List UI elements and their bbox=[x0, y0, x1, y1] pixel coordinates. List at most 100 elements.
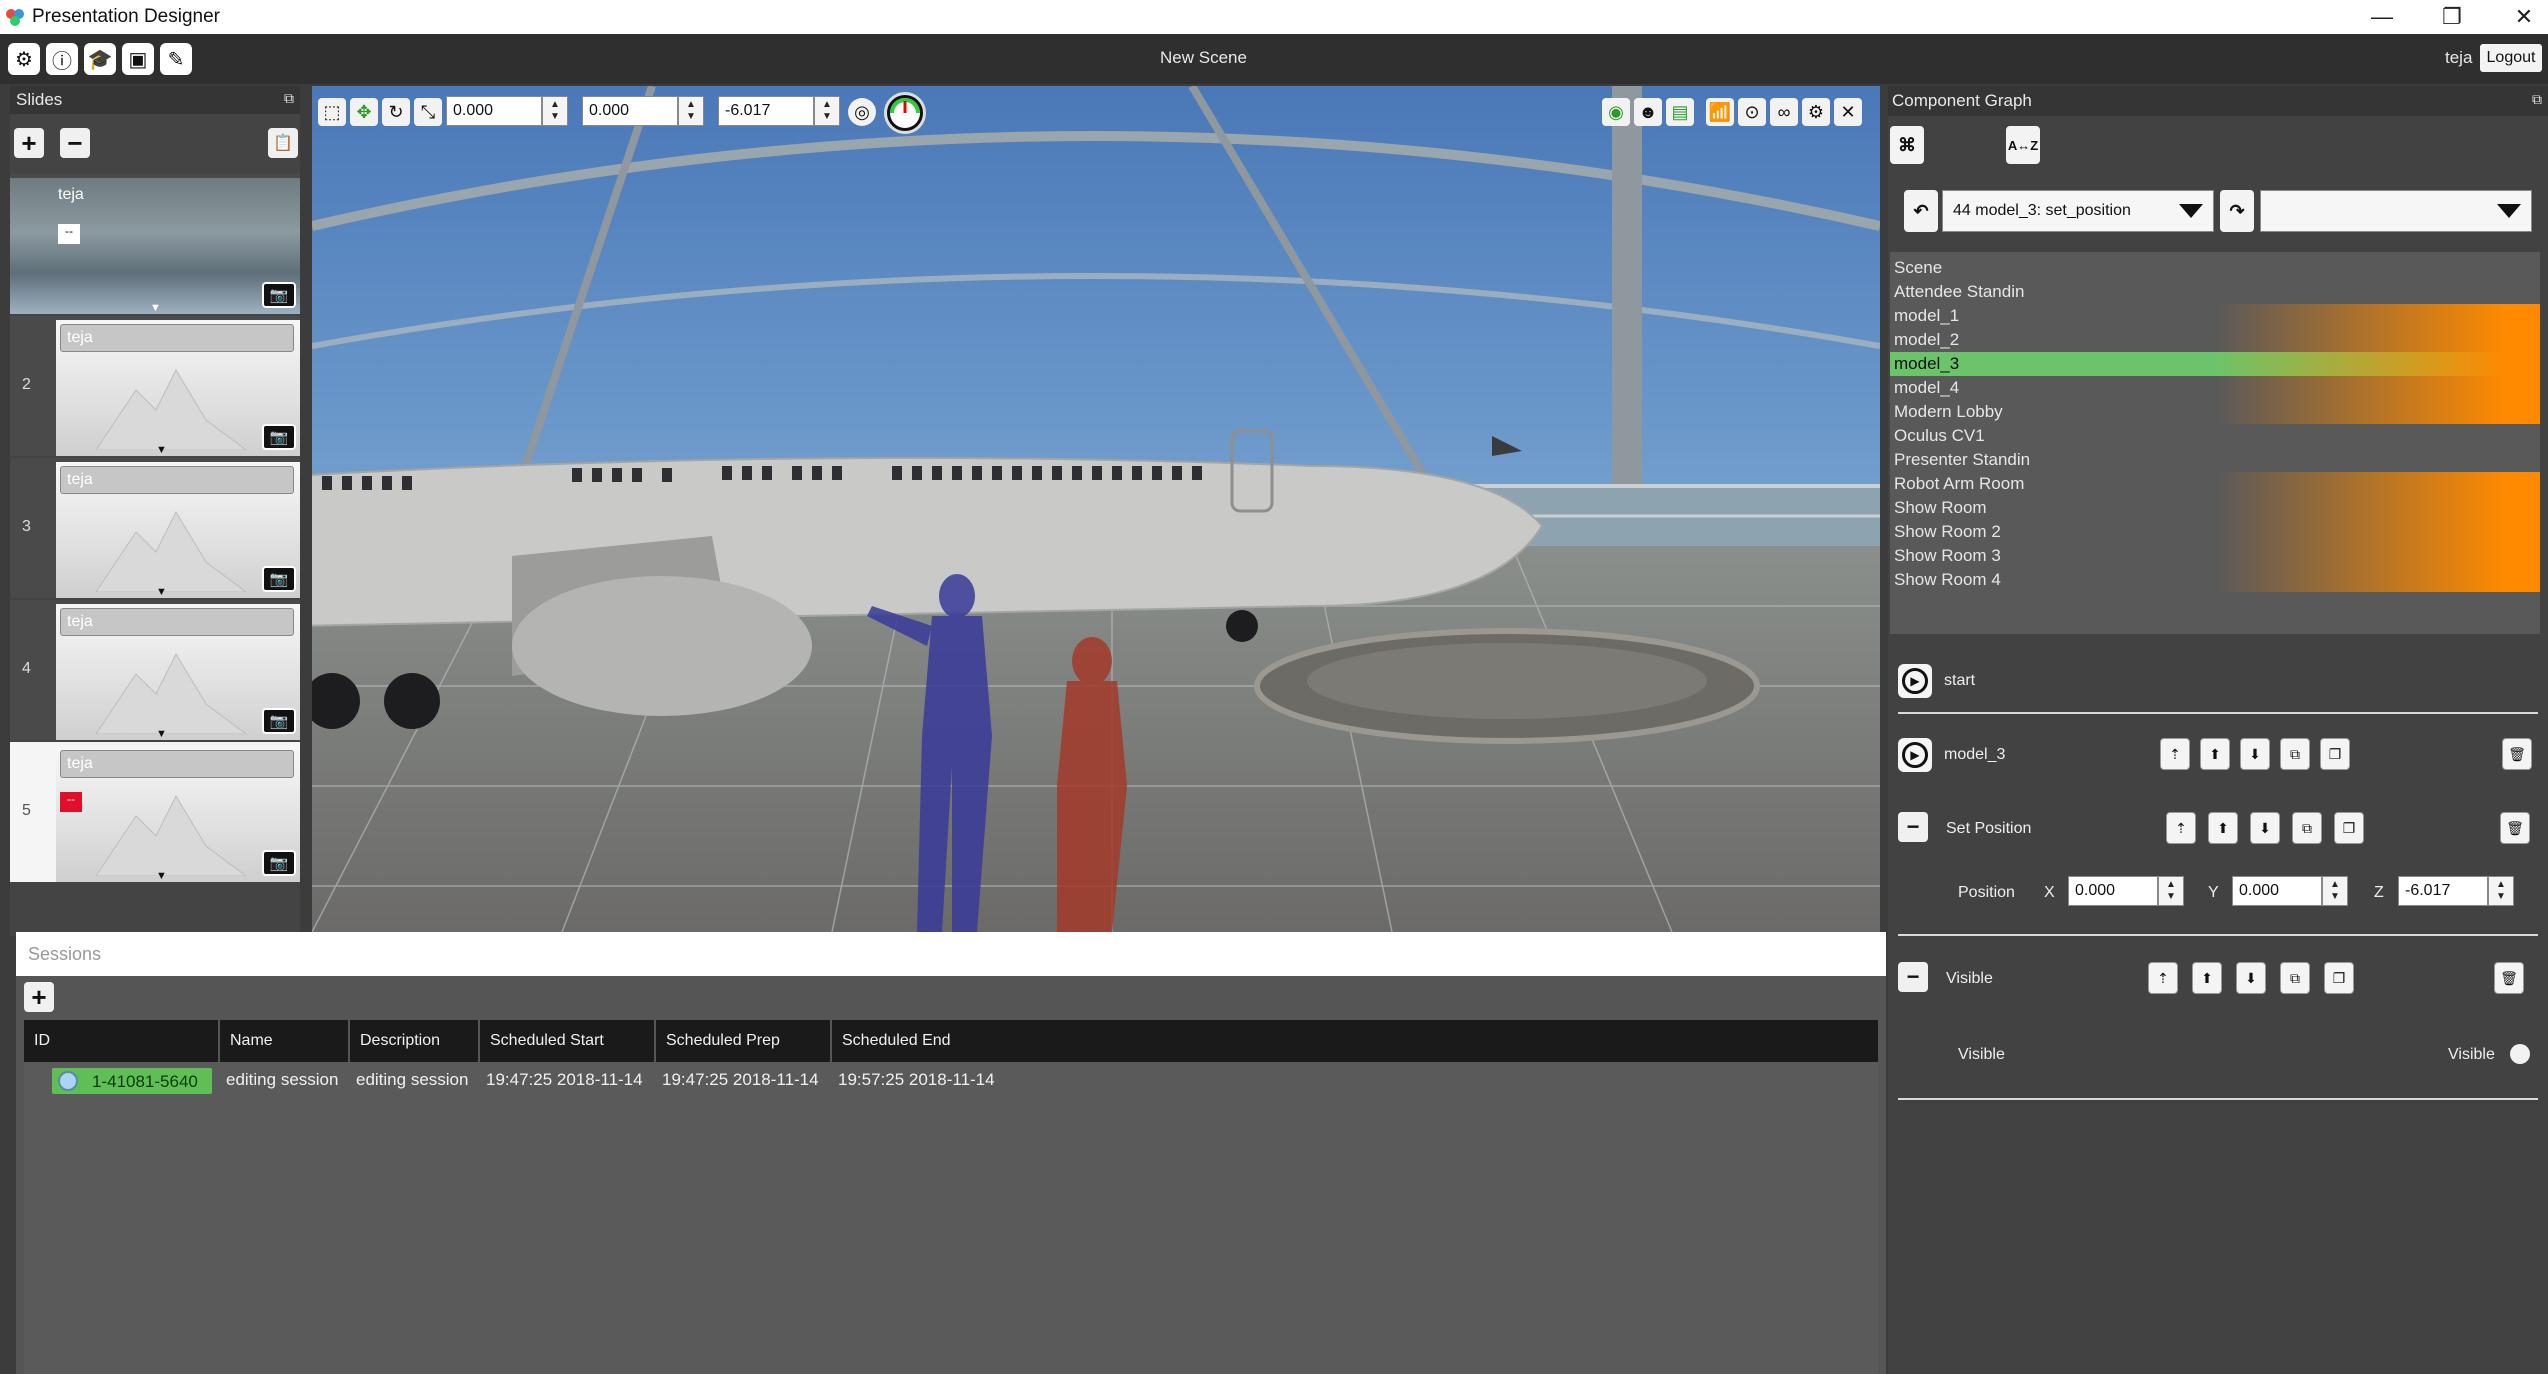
move-up-icon[interactable]: ⬆ bbox=[2200, 738, 2230, 770]
delete-trash-icon[interactable]: 🗑 bbox=[2502, 738, 2532, 770]
logout-button[interactable]: Logout bbox=[2480, 44, 2542, 72]
settings-gear-icon[interactable]: ⚙ bbox=[8, 43, 40, 75]
slide-item[interactable]: 1 teja -- 📷 ▼ bbox=[10, 174, 300, 314]
position-z-input[interactable]: -6.017 bbox=[2398, 876, 2488, 906]
tree-item[interactable]: Robot Arm Room bbox=[1890, 472, 2540, 496]
camera-icon[interactable]: 📷 bbox=[262, 424, 296, 450]
chevron-down-icon[interactable]: ▼ bbox=[150, 302, 161, 314]
x-spinner[interactable]: ▲ ▼ bbox=[542, 96, 568, 126]
move-down-icon[interactable]: ⬇ bbox=[2250, 812, 2280, 844]
camera-icon[interactable]: 📷 bbox=[262, 282, 296, 308]
insert-above-icon[interactable]: ⇡ bbox=[2148, 962, 2178, 994]
insert-above-icon[interactable]: ⇡ bbox=[2160, 738, 2190, 770]
move-down-icon[interactable]: ⬇ bbox=[2240, 738, 2270, 770]
slide-item[interactable]: 3 teja 📷 ▼ bbox=[10, 458, 300, 598]
clipboard-icon[interactable]: 📋 bbox=[268, 128, 298, 158]
secondary-dropdown[interactable] bbox=[2260, 190, 2532, 232]
speed-gauge-icon[interactable] bbox=[884, 92, 926, 134]
camera-icon[interactable]: 📷 bbox=[262, 850, 296, 876]
position-z-spinner[interactable]: ▲ ▼ bbox=[2488, 876, 2514, 906]
start-play-button[interactable]: ▶ bbox=[1898, 664, 1932, 698]
tree-item[interactable]: Presenter Standin bbox=[1890, 448, 2540, 472]
add-session-button[interactable]: + bbox=[24, 982, 54, 1012]
y-spinner[interactable]: ▲ ▼ bbox=[678, 96, 704, 126]
tree-item[interactable]: Show Room 4 bbox=[1890, 568, 2540, 592]
chevron-down-icon[interactable]: ▼ bbox=[156, 728, 167, 740]
position-y-input[interactable]: 0.000 bbox=[2232, 876, 2322, 906]
column-header-name[interactable]: Name bbox=[220, 1020, 350, 1062]
camera-icon[interactable]: 📷 bbox=[262, 708, 296, 734]
visible-checkbox[interactable] bbox=[2510, 1044, 2530, 1064]
add-slide-button[interactable]: + bbox=[14, 128, 44, 158]
copy-icon[interactable]: ❐ bbox=[2320, 738, 2350, 770]
vr-headset-icon[interactable]: ◉ bbox=[1602, 98, 1630, 126]
presentation-icon[interactable]: ▣ bbox=[122, 43, 154, 75]
collapse-visible-button[interactable]: − bbox=[1898, 962, 1928, 992]
graduation-icon[interactable]: 🎓 bbox=[84, 43, 116, 75]
tree-item[interactable]: Show Room 2 bbox=[1890, 520, 2540, 544]
notes-icon[interactable]: ✎ bbox=[160, 43, 192, 75]
z-spinner[interactable]: ▲ ▼ bbox=[814, 96, 840, 126]
tree-item[interactable]: model_4 bbox=[1890, 376, 2540, 400]
slide-item[interactable]: 4 teja 📷 ▼ bbox=[10, 600, 300, 740]
sort-az-button[interactable]: A↔Z bbox=[2006, 126, 2040, 164]
undock-icon[interactable]: ⧉ bbox=[284, 90, 294, 107]
move-up-icon[interactable]: ⬆ bbox=[2192, 962, 2222, 994]
scale-tool-icon[interactable]: ⤡ bbox=[414, 98, 442, 126]
sessions-input[interactable]: Sessions bbox=[16, 932, 1886, 976]
redo-icon[interactable]: ↷ bbox=[2220, 190, 2254, 232]
floor-grid-icon[interactable]: ▤ bbox=[1666, 98, 1694, 126]
model-play-button[interactable]: ▶ bbox=[1898, 738, 1932, 772]
copy-icon[interactable]: ❐ bbox=[2324, 962, 2354, 994]
tree-item[interactable]: Attendee Standin bbox=[1890, 280, 2540, 304]
close-window-button[interactable]: ✕ bbox=[2496, 2, 2548, 32]
info-icon[interactable]: ⓘ bbox=[46, 43, 78, 75]
camera-icon[interactable]: 📷 bbox=[262, 566, 296, 592]
tree-item[interactable]: Show Room bbox=[1890, 496, 2540, 520]
tree-item[interactable]: model_1 bbox=[1890, 304, 2540, 328]
duplicate-icon[interactable]: ⧉ bbox=[2280, 962, 2310, 994]
column-header-scheduled-prep[interactable]: Scheduled Prep bbox=[656, 1020, 832, 1062]
wifi-tower-icon[interactable]: 📶 bbox=[1706, 98, 1734, 126]
column-header-scheduled-start[interactable]: Scheduled Start bbox=[480, 1020, 656, 1062]
x-coordinate-field[interactable]: 0.000 bbox=[446, 96, 542, 126]
close-viewport-icon[interactable]: ✕ bbox=[1834, 98, 1862, 126]
copy-icon[interactable]: ❐ bbox=[2334, 812, 2364, 844]
tree-item[interactable]: Oculus CV1 bbox=[1890, 424, 2540, 448]
session-id-badge[interactable]: 1-41081-5640 bbox=[52, 1068, 212, 1094]
remove-slide-button[interactable]: − bbox=[60, 128, 90, 158]
insert-above-icon[interactable]: ⇡ bbox=[2166, 812, 2196, 844]
chevron-down-icon[interactable]: ▼ bbox=[156, 870, 167, 882]
duplicate-icon[interactable]: ⧉ bbox=[2292, 812, 2322, 844]
snap-icon[interactable]: ◎ bbox=[848, 98, 876, 126]
column-header-scheduled-end[interactable]: Scheduled End bbox=[832, 1020, 1878, 1062]
rotate-tool-icon[interactable]: ↻ bbox=[382, 98, 410, 126]
tree-item[interactable]: Show Room 3 bbox=[1890, 544, 2540, 568]
move-up-icon[interactable]: ⬆ bbox=[2208, 812, 2238, 844]
move-tool-icon[interactable]: ✥ bbox=[350, 98, 378, 126]
position-x-input[interactable]: 0.000 bbox=[2068, 876, 2158, 906]
slide-item-selected[interactable]: 5 teja -- 📷 ▼ bbox=[10, 742, 300, 882]
tree-item[interactable]: model_2 bbox=[1890, 328, 2540, 352]
select-tool-icon[interactable]: ⬚ bbox=[318, 98, 346, 126]
chevron-down-icon[interactable]: ▼ bbox=[156, 444, 167, 456]
duplicate-icon[interactable]: ⧉ bbox=[2280, 738, 2310, 770]
column-header-description[interactable]: Description bbox=[350, 1020, 480, 1062]
position-x-spinner[interactable]: ▲ ▼ bbox=[2158, 876, 2184, 906]
delete-trash-icon[interactable]: 🗑 bbox=[2500, 812, 2530, 844]
avatar-view-icon[interactable]: ☻ bbox=[1634, 98, 1662, 126]
camera-view-icon[interactable]: ⊙ bbox=[1738, 98, 1766, 126]
move-down-icon[interactable]: ⬇ bbox=[2236, 962, 2266, 994]
slide-item[interactable]: 2 teja 📷 ▼ bbox=[10, 316, 300, 456]
chevron-down-icon[interactable]: ▼ bbox=[156, 586, 167, 598]
y-coordinate-field[interactable]: 0.000 bbox=[582, 96, 678, 126]
tree-item[interactable]: Scene bbox=[1890, 256, 2540, 280]
action-history-dropdown[interactable]: 44 model_3: set_position bbox=[1942, 190, 2214, 232]
collapse-set-position-button[interactable]: − bbox=[1898, 812, 1928, 842]
z-coordinate-field[interactable]: -6.017 bbox=[718, 96, 814, 126]
tree-item[interactable]: Modern Lobby bbox=[1890, 400, 2540, 424]
restore-button[interactable]: ❐ bbox=[2424, 2, 2480, 32]
tree-item[interactable]: model_3 bbox=[1890, 352, 2540, 376]
undock-icon[interactable]: ⧉ bbox=[2532, 91, 2542, 108]
headset-mode-icon[interactable]: ∞ bbox=[1770, 98, 1798, 126]
